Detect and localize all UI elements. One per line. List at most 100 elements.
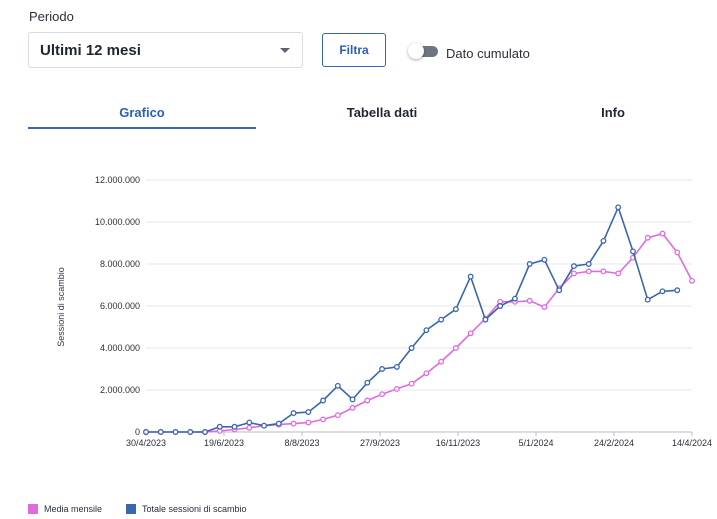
period-select-value: Ultimi 12 mesi bbox=[40, 41, 141, 59]
x-tick-label: 24/2/2024 bbox=[594, 438, 634, 448]
chart-axes: 0 2.000.000 4.000.000 6.000.000 8.000.000 10.… bbox=[95, 175, 712, 448]
data-point-media-mensile[interactable] bbox=[393, 385, 400, 392]
legend-label-media: Media mensile bbox=[44, 504, 103, 514]
y-tick-label: 0 bbox=[135, 427, 140, 437]
data-point-media-mensile[interactable] bbox=[438, 358, 445, 365]
data-point-totale-sessioni[interactable] bbox=[438, 316, 445, 323]
data-point-totale-sessioni[interactable] bbox=[157, 429, 164, 435]
x-tick-label: 19/6/2023 bbox=[204, 438, 244, 448]
data-point-media-mensile[interactable] bbox=[452, 345, 459, 351]
data-point-media-mensile[interactable] bbox=[246, 424, 253, 431]
y-tick-label: 12.000.000 bbox=[95, 175, 140, 185]
data-point-media-mensile[interactable] bbox=[600, 268, 607, 275]
data-point-totale-sessioni[interactable] bbox=[615, 204, 622, 211]
sessions-line-chart: 0 2.000.000 4.000.000 6.000.000 8.000.000 10.… bbox=[56, 175, 712, 448]
data-point-media-mensile[interactable] bbox=[526, 297, 533, 304]
chart-grid bbox=[146, 179, 692, 433]
y-tick-label: 8.000.000 bbox=[100, 259, 140, 269]
data-point-totale-sessioni[interactable] bbox=[452, 306, 459, 313]
data-point-totale-sessioni[interactable] bbox=[423, 327, 430, 334]
data-point-media-mensile[interactable] bbox=[585, 268, 592, 275]
data-point-media-mensile[interactable] bbox=[467, 330, 474, 337]
x-tick-label: 30/4/2023 bbox=[126, 438, 166, 448]
data-point-totale-sessioni[interactable] bbox=[379, 366, 386, 372]
data-point-totale-sessioni[interactable] bbox=[275, 420, 282, 427]
view-tabs: Grafico Tabella dati Info bbox=[28, 95, 688, 131]
filter-button[interactable]: Filtra bbox=[322, 33, 386, 67]
data-point-media-mensile[interactable] bbox=[659, 230, 666, 237]
data-point-totale-sessioni[interactable] bbox=[526, 261, 533, 267]
data-point-media-mensile[interactable] bbox=[570, 270, 577, 277]
data-point-totale-sessioni[interactable] bbox=[305, 409, 312, 415]
data-point-media-mensile[interactable] bbox=[334, 412, 341, 419]
data-point-media-mensile[interactable] bbox=[423, 370, 430, 377]
tab-tabella-dati[interactable]: Tabella dati bbox=[268, 95, 496, 129]
data-point-media-mensile[interactable] bbox=[615, 270, 622, 277]
x-tick-label: 8/8/2023 bbox=[284, 438, 319, 448]
data-point-media-mensile[interactable] bbox=[408, 380, 415, 387]
data-point-totale-sessioni[interactable] bbox=[320, 397, 327, 404]
data-point-media-mensile[interactable] bbox=[674, 249, 681, 256]
data-point-totale-sessioni[interactable] bbox=[511, 295, 518, 302]
data-point-totale-sessioni[interactable] bbox=[585, 261, 592, 267]
data-point-totale-sessioni[interactable] bbox=[556, 287, 563, 294]
legend-item-media[interactable]: Media mensile bbox=[28, 504, 102, 514]
data-point-totale-sessioni[interactable] bbox=[600, 237, 607, 244]
x-tick-label: 27/9/2023 bbox=[360, 438, 400, 448]
y-axis-label: Sessioni di scambio bbox=[56, 267, 66, 347]
data-point-totale-sessioni[interactable] bbox=[570, 263, 577, 270]
active-tab-indicator bbox=[28, 127, 256, 129]
data-point-totale-sessioni[interactable] bbox=[644, 296, 651, 303]
data-point-totale-sessioni[interactable] bbox=[261, 422, 268, 429]
data-point-totale-sessioni[interactable] bbox=[659, 288, 666, 295]
data-point-totale-sessioni[interactable] bbox=[630, 248, 636, 255]
period-select[interactable]: Ultimi 12 mesi bbox=[28, 32, 303, 68]
data-point-totale-sessioni[interactable] bbox=[143, 429, 149, 435]
y-tick-label: 6.000.000 bbox=[100, 301, 140, 311]
data-point-totale-sessioni[interactable] bbox=[467, 273, 474, 280]
data-point-totale-sessioni[interactable] bbox=[393, 363, 400, 370]
x-tick-label: 5/1/2024 bbox=[518, 438, 553, 448]
data-point-media-mensile[interactable] bbox=[644, 234, 651, 241]
period-label: Periodo bbox=[29, 9, 74, 24]
data-point-media-mensile[interactable] bbox=[364, 397, 371, 404]
series-line-media-mensile bbox=[146, 232, 693, 433]
data-point-totale-sessioni[interactable] bbox=[231, 423, 238, 430]
legend-item-totale[interactable]: Totale sessioni di scambio bbox=[126, 504, 247, 514]
data-point-totale-sessioni[interactable] bbox=[187, 429, 194, 435]
data-point-totale-sessioni[interactable] bbox=[216, 423, 223, 430]
toggle-knob bbox=[408, 43, 424, 59]
data-point-media-mensile[interactable] bbox=[541, 304, 548, 310]
data-point-media-mensile[interactable] bbox=[349, 404, 356, 411]
legend-label-totale: Totale sessioni di scambio bbox=[142, 504, 247, 514]
data-point-totale-sessioni[interactable] bbox=[674, 287, 681, 294]
data-point-totale-sessioni[interactable] bbox=[334, 382, 341, 389]
data-point-media-mensile[interactable] bbox=[305, 419, 312, 426]
y-tick-label: 10.000.000 bbox=[95, 217, 140, 227]
data-point-totale-sessioni[interactable] bbox=[364, 379, 371, 386]
y-tick-label: 2.000.000 bbox=[100, 385, 140, 395]
legend-swatch-totale bbox=[126, 504, 136, 514]
chevron-down-icon bbox=[280, 48, 290, 53]
cumulative-toggle-label: Dato cumulato bbox=[446, 46, 530, 61]
tab-grafico[interactable]: Grafico bbox=[28, 95, 256, 129]
data-point-totale-sessioni[interactable] bbox=[497, 303, 504, 309]
chart-series bbox=[143, 204, 695, 435]
x-tick-label: 16/11/2023 bbox=[436, 438, 480, 448]
cumulative-toggle[interactable] bbox=[408, 43, 438, 59]
data-point-totale-sessioni[interactable] bbox=[349, 396, 356, 403]
data-point-totale-sessioni[interactable] bbox=[290, 410, 297, 417]
data-point-totale-sessioni[interactable] bbox=[482, 316, 489, 323]
data-point-totale-sessioni[interactable] bbox=[172, 429, 179, 435]
series-line-totale-sessioni bbox=[146, 206, 678, 433]
data-point-media-mensile[interactable] bbox=[290, 420, 297, 427]
data-point-media-mensile[interactable] bbox=[320, 416, 327, 423]
data-point-media-mensile[interactable] bbox=[379, 391, 386, 398]
data-point-totale-sessioni[interactable] bbox=[202, 429, 208, 435]
tab-info[interactable]: Info bbox=[498, 95, 717, 129]
data-point-totale-sessioni[interactable] bbox=[408, 345, 415, 351]
data-point-totale-sessioni[interactable] bbox=[246, 419, 253, 426]
data-point-media-mensile[interactable] bbox=[689, 277, 695, 284]
y-tick-label: 4.000.000 bbox=[100, 343, 140, 353]
data-point-totale-sessioni[interactable] bbox=[541, 256, 548, 263]
